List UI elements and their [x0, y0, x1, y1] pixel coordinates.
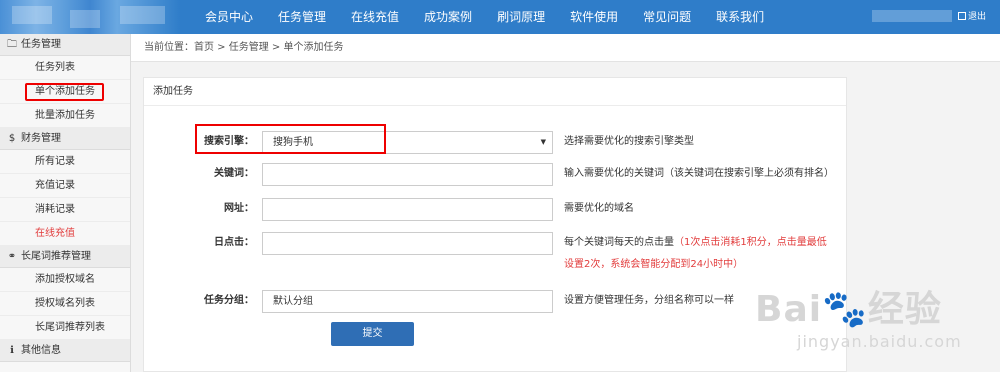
sidebar-item-all-records[interactable]: 所有记录: [0, 150, 130, 174]
sidebar-section-task-management[interactable]: 🗀 任务管理: [0, 34, 130, 56]
url-help: 需要优化的域名: [564, 203, 634, 214]
highlight-box: [25, 83, 104, 101]
nav-software-usage[interactable]: 软件使用: [560, 0, 628, 34]
sidebar-item-online-recharge[interactable]: 在线充值: [0, 222, 130, 246]
url-label: 网址：: [224, 203, 254, 214]
top-navbar: 会员中心 任务管理 在线充值 成功案例 刷词原理 软件使用 常见问题 联系我们 …: [0, 0, 1000, 34]
group-label: 任务分组：: [204, 295, 254, 306]
url-input[interactable]: [262, 198, 553, 221]
nav-principle[interactable]: 刷词原理: [487, 0, 555, 34]
main-nav: 会员中心 任务管理 在线充值 成功案例 刷词原理 软件使用 常见问题 联系我们: [195, 0, 779, 34]
sidebar-section-label: 其他信息: [21, 345, 61, 356]
sidebar-item-recharge-records[interactable]: 充值记录: [0, 174, 130, 198]
sidebar-item-add-single-task[interactable]: 单个添加任务: [0, 80, 130, 104]
sidebar: 🗀 任务管理 任务列表 单个添加任务 批量添加任务 $ 财务管理 所有记录 充值记录…: [0, 34, 131, 372]
keyword-input[interactable]: [262, 163, 553, 186]
nav-faq[interactable]: 常见问题: [633, 0, 701, 34]
keyword-help: 输入需要优化的关键词（该关键词在搜索引擎上必须有排名）: [564, 168, 834, 179]
info-icon: ℹ: [10, 345, 14, 356]
sidebar-section-other-info[interactable]: ℹ 其他信息: [0, 340, 130, 362]
username-blurred: [872, 10, 952, 22]
sidebar-item-consumption-records[interactable]: 消耗记录: [0, 198, 130, 222]
link-icon: ⚭: [7, 251, 17, 262]
submit-button[interactable]: 提交: [331, 322, 414, 346]
sidebar-item-batch-add-task[interactable]: 批量添加任务: [0, 104, 130, 128]
logout-button[interactable]: 退出: [958, 0, 986, 34]
clicks-input[interactable]: [262, 232, 553, 255]
logo[interactable]: [0, 0, 180, 34]
engine-help: 选择需要优化的搜索引擎类型: [564, 136, 694, 147]
sidebar-item-authorized-domain-list[interactable]: 授权域名列表: [0, 292, 130, 316]
caret-down-icon: ▼: [540, 138, 546, 146]
nav-success-cases[interactable]: 成功案例: [414, 0, 482, 34]
clicks-help-text: 每个关键词每天的点击量: [564, 237, 674, 248]
nav-member-center[interactable]: 会员中心: [195, 0, 263, 34]
clicks-label: 日点击：: [214, 237, 254, 248]
baidu-jingyan-watermark: Bai🐾经验 jingyan.baidu.com: [755, 262, 1000, 362]
sidebar-section-label: 财务管理: [21, 133, 61, 144]
nav-online-recharge[interactable]: 在线充值: [341, 0, 409, 34]
sidebar-item-add-authorized-domain[interactable]: 添加授权域名: [0, 268, 130, 292]
sidebar-section-longtail[interactable]: ⚭ 长尾词推荐管理: [0, 246, 130, 268]
sidebar-item-task-list[interactable]: 任务列表: [0, 56, 130, 80]
sidebar-section-finance[interactable]: $ 财务管理: [0, 128, 130, 150]
sidebar-section-label: 任务管理: [21, 39, 61, 50]
breadcrumb: 当前位置：首页 > 任务管理 > 单个添加任务: [131, 34, 1000, 62]
watermark-brand: Bai🐾经验: [755, 289, 942, 330]
sidebar-item-longtail-list[interactable]: 长尾词推荐列表: [0, 316, 130, 340]
group-input[interactable]: 默认分组: [262, 290, 553, 313]
nav-task-management[interactable]: 任务管理: [268, 0, 336, 34]
add-task-panel: 添加任务 搜索引擎： 搜狗手机 ▼ 选择需要优化的搜索引擎类型 关键词： 输入需…: [143, 77, 847, 372]
logout-icon: [958, 12, 966, 20]
nav-contact[interactable]: 联系我们: [706, 0, 774, 34]
keyword-label: 关键词：: [214, 168, 254, 179]
panel-title: 添加任务: [144, 78, 846, 106]
folder-icon: 🗀: [7, 39, 17, 50]
logout-label: 退出: [968, 12, 987, 22]
watermark-url: jingyan.baidu.com: [797, 332, 962, 351]
sidebar-section-label: 长尾词推荐管理: [21, 251, 91, 262]
highlight-box: [195, 124, 386, 154]
dollar-icon: $: [8, 133, 16, 144]
